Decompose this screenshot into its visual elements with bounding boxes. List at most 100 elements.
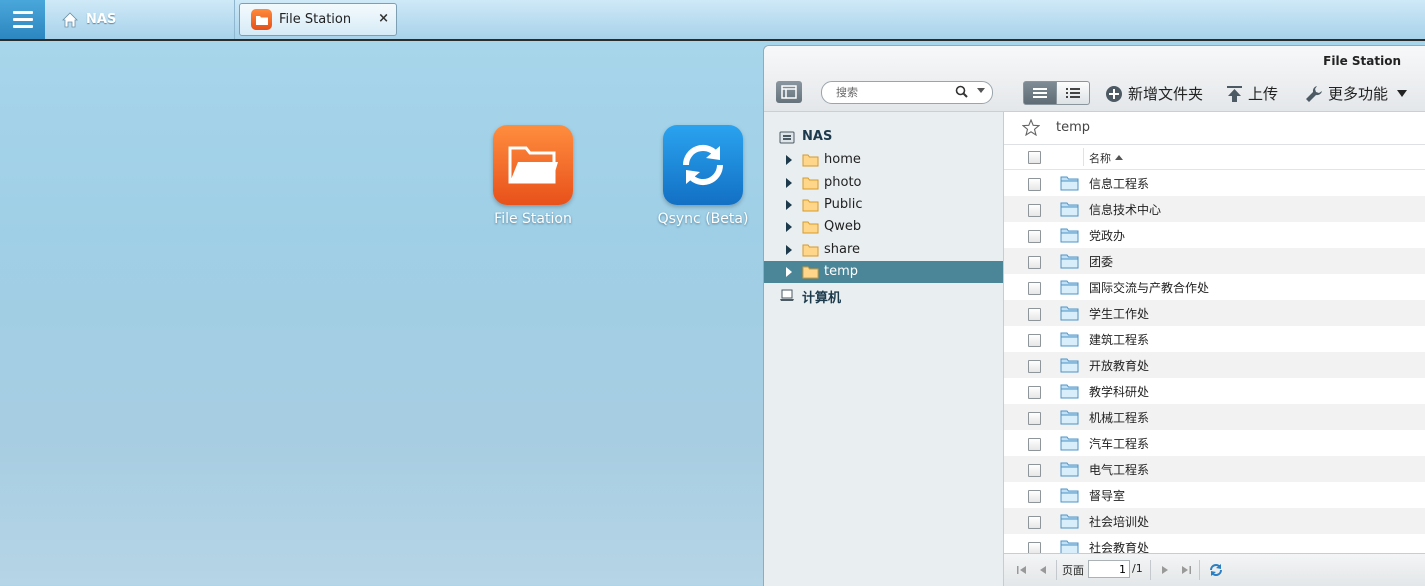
file-row[interactable]: 机械工程系 (1004, 404, 1425, 430)
next-page-icon[interactable] (1159, 564, 1171, 576)
folder-icon (802, 177, 819, 190)
upload-label: 上传 (1248, 85, 1279, 103)
folder-icon (1060, 280, 1079, 295)
home-icon (62, 11, 78, 27)
search-options-chevron-icon[interactable] (977, 88, 985, 93)
file-row[interactable]: 信息工程系 (1004, 170, 1425, 196)
current-path: temp (1056, 120, 1091, 135)
file-row[interactable]: 建筑工程系 (1004, 326, 1425, 352)
tree-item-share[interactable]: share (764, 239, 1003, 261)
taskbar: NAS File Station × (0, 0, 1425, 41)
file-name: 学生工作处 (1089, 307, 1150, 321)
nas-server-icon (779, 131, 795, 144)
home-button[interactable]: NAS (46, 0, 235, 39)
file-row[interactable]: 教学科研处 (1004, 378, 1425, 404)
row-checkbox[interactable] (1028, 516, 1041, 529)
folder-tree: NAS home photo Public Qweb share temp 计算… (764, 112, 1004, 586)
expand-arrow-icon[interactable] (786, 200, 792, 210)
new-folder-label: 新增文件夹 (1128, 85, 1204, 103)
pagination-bar: 页面 /1 (1004, 553, 1425, 586)
row-checkbox[interactable] (1028, 542, 1041, 553)
file-row[interactable]: 国际交流与产教合作处 (1004, 274, 1425, 300)
list-view-button[interactable] (1023, 81, 1057, 105)
select-all-checkbox[interactable] (1028, 151, 1041, 164)
file-row[interactable]: 社会培训处 (1004, 508, 1425, 534)
tree-item-computer[interactable]: 计算机 (764, 284, 1003, 306)
file-row[interactable]: 团委 (1004, 248, 1425, 274)
page-number-input[interactable] (1088, 560, 1130, 578)
folder-open-icon (493, 125, 573, 205)
file-row[interactable]: 开放教育处 (1004, 352, 1425, 378)
expand-arrow-icon[interactable] (786, 155, 792, 165)
row-checkbox[interactable] (1028, 386, 1041, 399)
row-checkbox[interactable] (1028, 464, 1041, 477)
more-functions-button[interactable]: 更多功能 (1305, 83, 1408, 104)
toggle-panel-button[interactable] (776, 81, 802, 103)
row-checkbox[interactable] (1028, 178, 1041, 191)
chevron-down-icon (1397, 90, 1408, 97)
tab-close-icon[interactable]: × (378, 11, 389, 26)
tree-item-qweb[interactable]: Qweb (764, 216, 1003, 238)
file-row[interactable]: 督导室 (1004, 482, 1425, 508)
detail-view-button[interactable] (1057, 81, 1090, 105)
refresh-icon[interactable] (1208, 562, 1224, 578)
tree-item-temp[interactable]: temp (764, 261, 1003, 283)
column-header-name[interactable]: 名称 (1089, 150, 1111, 166)
folder-icon (1060, 306, 1079, 321)
row-checkbox[interactable] (1028, 438, 1041, 451)
file-name: 团委 (1089, 255, 1114, 269)
main-menu-button[interactable] (0, 0, 45, 39)
window-header: File Station 搜索 新增文件夹 上传 更多功能 (764, 46, 1425, 112)
divider (1150, 560, 1151, 580)
file-name: 信息工程系 (1089, 177, 1150, 191)
expand-arrow-icon[interactable] (786, 222, 792, 232)
tree-item-nas[interactable]: NAS (764, 126, 1003, 148)
expand-arrow-icon[interactable] (786, 178, 792, 188)
star-icon[interactable] (1022, 119, 1040, 136)
first-page-icon[interactable] (1016, 564, 1028, 576)
tree-item-label: 计算机 (802, 291, 842, 306)
row-checkbox[interactable] (1028, 412, 1041, 425)
upload-button[interactable]: 上传 (1226, 83, 1278, 104)
file-row[interactable]: 电气工程系 (1004, 456, 1425, 482)
row-checkbox[interactable] (1028, 490, 1041, 503)
file-row[interactable]: 汽车工程系 (1004, 430, 1425, 456)
tree-item-home[interactable]: home (764, 149, 1003, 171)
row-checkbox[interactable] (1028, 282, 1041, 295)
row-checkbox[interactable] (1028, 204, 1041, 217)
expand-arrow-icon[interactable] (786, 267, 792, 277)
tree-item-label: photo (824, 175, 862, 190)
file-row[interactable]: 信息技术中心 (1004, 196, 1425, 222)
wrench-icon (1306, 85, 1322, 102)
row-checkbox[interactable] (1028, 334, 1041, 347)
file-list-header: 名称 (1004, 145, 1425, 170)
tree-item-label: Qweb (824, 219, 862, 234)
file-name: 建筑工程系 (1089, 333, 1150, 347)
desktop-icon-file-station[interactable]: File Station (473, 125, 593, 227)
file-row[interactable]: 党政办 (1004, 222, 1425, 248)
file-name: 督导室 (1089, 489, 1126, 503)
tree-item-photo[interactable]: photo (764, 172, 1003, 194)
file-row[interactable]: 学生工作处 (1004, 300, 1425, 326)
expand-arrow-icon[interactable] (786, 245, 792, 255)
row-checkbox[interactable] (1028, 256, 1041, 269)
previous-page-icon[interactable] (1037, 564, 1049, 576)
tab-label: File Station (279, 12, 352, 27)
folder-icon (1060, 202, 1079, 217)
search-input[interactable] (834, 85, 948, 100)
folder-icon (802, 221, 819, 234)
more-functions-label: 更多功能 (1328, 85, 1389, 103)
tab-file-station[interactable]: File Station × (239, 3, 397, 36)
desktop-icon-qsync[interactable]: Qsync (Beta) (643, 125, 763, 227)
tree-item-public[interactable]: Public (764, 194, 1003, 216)
file-name: 国际交流与产教合作处 (1089, 281, 1210, 295)
row-checkbox[interactable] (1028, 360, 1041, 373)
file-row[interactable]: 社会教育处 (1004, 534, 1425, 553)
add-circle-icon (1106, 85, 1122, 102)
last-page-icon[interactable] (1180, 564, 1192, 576)
search-icon[interactable] (955, 85, 968, 98)
new-folder-button[interactable]: 新增文件夹 (1105, 83, 1203, 104)
row-checkbox[interactable] (1028, 230, 1041, 243)
row-checkbox[interactable] (1028, 308, 1041, 321)
page-label: 页面 (1062, 564, 1084, 577)
